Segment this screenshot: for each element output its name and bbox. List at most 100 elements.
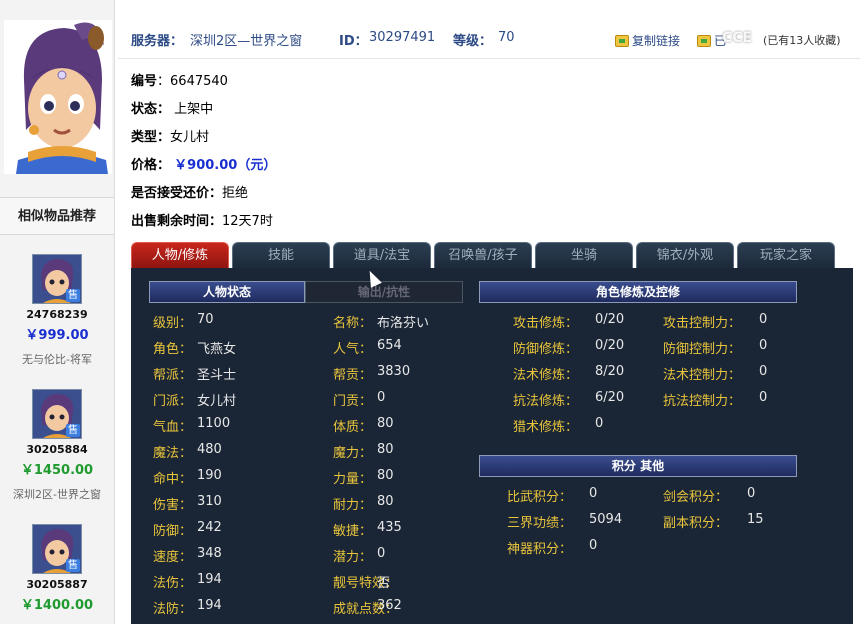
- tab-bar: 人物/修炼 技能 道具/法宝 召唤兽/孩子 坐骑 锦衣/外观 玩家之家: [131, 242, 853, 268]
- stat-label: 剑会积分：: [663, 490, 729, 505]
- stat-label: 名称：: [333, 316, 373, 331]
- stat-value: 布洛芬い: [377, 316, 430, 331]
- copy-link-label: 复制链接: [632, 34, 681, 48]
- watermark: CCE: [722, 30, 753, 46]
- stat-value: 0: [759, 312, 768, 327]
- status-value: 上架中: [174, 102, 214, 117]
- collect-icon: [697, 34, 711, 47]
- type-value: 女儿村: [170, 130, 210, 145]
- stat-row: 剑会积分： 0: [663, 486, 755, 505]
- stat-label: 敏捷：: [333, 524, 373, 539]
- stat-value: 0: [759, 390, 768, 405]
- stat-value: 194: [197, 598, 222, 613]
- stat-row: 抗法控制力： 0: [663, 390, 767, 409]
- stat-value: 70: [197, 312, 214, 327]
- stat-row: 名称： 布洛芬い: [333, 312, 429, 331]
- item-price: ￥1450.00: [20, 463, 94, 478]
- tab-pets[interactable]: 召唤兽/孩子: [434, 242, 532, 268]
- stat-value: 348: [197, 546, 222, 561]
- stat-label: 抗法修炼：: [513, 394, 579, 409]
- cultivation-header: 角色修炼及控修: [479, 281, 797, 303]
- tab-character[interactable]: 人物/修炼: [131, 242, 229, 268]
- stat-value: 435: [377, 520, 402, 535]
- stat-row: 级别： 70: [153, 312, 214, 331]
- id-value: 30297491: [369, 30, 436, 45]
- similar-item[interactable]: 售 24768239 ￥999.00 无与伦比-将军: [0, 254, 114, 367]
- item-id: 30205887: [26, 578, 88, 591]
- stat-row: 法伤： 194: [153, 572, 222, 591]
- similar-item[interactable]: 售 30205884 ￥1450.00 深圳2区-世界之窗: [0, 389, 114, 502]
- stat-row: 副本积分： 15: [663, 512, 764, 531]
- stat-row: 法防： 194: [153, 598, 222, 617]
- stat-label: 法防：: [153, 602, 193, 617]
- tab-mounts[interactable]: 坐骑: [535, 242, 633, 268]
- stat-value: 80: [377, 494, 394, 509]
- stat-row: 法术控制力： 0: [663, 364, 767, 383]
- tab-outfits[interactable]: 锦衣/外观: [636, 242, 734, 268]
- stat-label: 角色：: [153, 342, 193, 357]
- stat-value: 310: [197, 494, 222, 509]
- level-label: 等级：: [453, 34, 493, 49]
- output-resist-header[interactable]: 输出/抗性: [305, 281, 463, 303]
- item-thumbnail[interactable]: 售: [32, 254, 82, 304]
- stat-row: 魔力： 80: [333, 442, 394, 461]
- stat-row: 靓号特效：否: [333, 572, 398, 591]
- similar-item[interactable]: 售 30205887 ￥1400.00: [0, 524, 114, 613]
- stat-row: 角色： 飞燕女: [153, 338, 236, 357]
- stat-row: 法术修炼： 8/20: [513, 364, 624, 383]
- server-value: 深圳2区—世界之窗: [190, 34, 303, 49]
- stat-value: 0: [747, 486, 756, 501]
- tab-items[interactable]: 道具/法宝: [333, 242, 431, 268]
- stat-label: 法伤：: [153, 576, 193, 591]
- stat-value: 190: [197, 468, 222, 483]
- similar-items-title: 相似物品推荐: [0, 197, 114, 235]
- stat-row: 比武积分： 0: [507, 486, 597, 505]
- stat-row: 伤害： 310: [153, 494, 222, 513]
- stat-row: 速度： 348: [153, 546, 222, 565]
- stat-row: 防御控制力： 0: [663, 338, 767, 357]
- stat-label: 帮派：: [153, 368, 193, 383]
- item-id: 30205884: [26, 443, 88, 456]
- stat-label: 防御：: [153, 524, 193, 539]
- item-server: 无与伦比-将军: [22, 353, 92, 366]
- item-server: 深圳2区-世界之窗: [13, 488, 101, 501]
- bargain-value: 拒绝: [222, 186, 249, 201]
- item-price: ￥999.00: [25, 328, 89, 343]
- copy-link-button[interactable]: 复制链接: [615, 32, 680, 49]
- stat-value: 80: [377, 468, 394, 483]
- stat-row: 攻击控制力： 0: [663, 312, 767, 331]
- stat-row: 帮派： 圣斗士: [153, 364, 236, 383]
- stat-row: 潜力： 0: [333, 546, 385, 565]
- stat-label: 防御修炼：: [513, 342, 579, 357]
- serial-label: 编号: [131, 74, 158, 89]
- stat-row: 命中： 190: [153, 468, 222, 487]
- stat-row: 攻击修炼： 0/20: [513, 312, 624, 331]
- stat-label: 抗法控制力：: [663, 394, 742, 409]
- stat-label: 门派：: [153, 394, 193, 409]
- stat-label: 级别：: [153, 316, 193, 331]
- stat-label: 耐力：: [333, 498, 373, 513]
- char-status-header[interactable]: 人物状态: [149, 281, 305, 303]
- stat-row: 帮贡： 3830: [333, 364, 410, 383]
- stat-value: 0: [759, 338, 768, 353]
- stat-label: 魔法：: [153, 446, 193, 461]
- stat-row: 门贡： 0: [333, 390, 385, 409]
- stat-value: 242: [197, 520, 222, 535]
- stat-value: 0: [759, 364, 768, 379]
- sold-badge: 售: [66, 289, 80, 302]
- stat-value: 80: [377, 442, 394, 457]
- bargain-label: 是否接受还价：: [131, 186, 223, 201]
- stat-value: 1100: [197, 416, 231, 431]
- tab-skills[interactable]: 技能: [232, 242, 330, 268]
- stat-value: 0: [595, 416, 604, 431]
- type-row: 类型：女儿村: [131, 126, 209, 145]
- stat-row: 三界功绩： 5094: [507, 512, 622, 531]
- stat-row: 耐力： 80: [333, 494, 394, 513]
- id-label: ID：: [339, 34, 368, 49]
- sidebar: 相似物品推荐 售 24768239 ￥999.00 无与伦比-将军 售 3020…: [0, 0, 115, 624]
- tab-home[interactable]: 玩家之家: [737, 242, 835, 268]
- item-thumbnail[interactable]: 售: [32, 389, 82, 439]
- item-thumbnail[interactable]: 售: [32, 524, 82, 574]
- server-label: 服务器：: [131, 34, 184, 49]
- stat-row: 力量： 80: [333, 468, 394, 487]
